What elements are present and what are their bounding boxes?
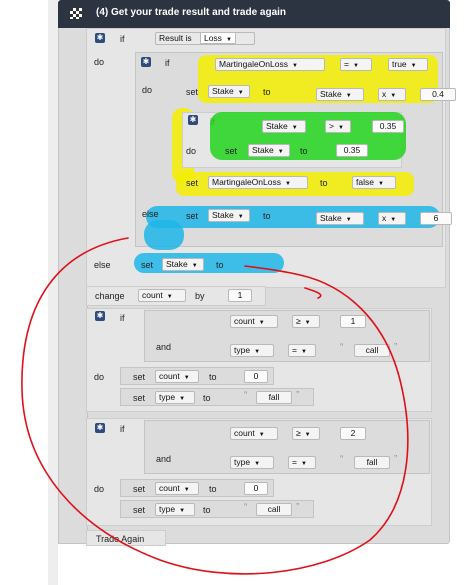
red-annotation-loop <box>21 237 409 575</box>
